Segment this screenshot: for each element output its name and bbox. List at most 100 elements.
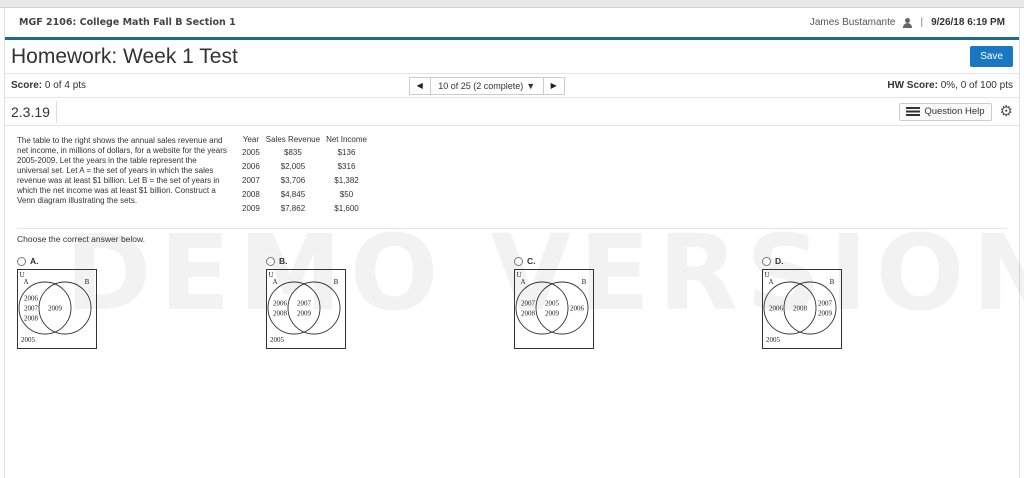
score: Score: 0 of 4 pts [11,80,86,91]
course-bar: MGF 2106: College Math Fall B Section 1 … [5,8,1019,40]
set-b-label: B [85,278,90,286]
user-name[interactable]: James Bustamante [810,17,896,28]
a-only-year: 2006 [769,305,784,313]
question-position: 10 of 25 (2 complete) [438,80,524,91]
table-header: Net Income [326,135,367,144]
table-header-row: Year Sales Revenue Net Income [239,135,370,148]
set-b-label: B [830,278,835,286]
b-only-year: 2007 [818,300,833,308]
table-cell: $4,845 [280,190,306,199]
set-b-circle [783,281,837,335]
intersection-year: 2005 [545,300,560,308]
question-navigator: ◀ 10 of 25 (2 complete) ▼ ▶ [408,76,565,95]
set-a-circle [267,281,321,335]
answer-choice-c[interactable]: C. U A B 2007 2008 2005 2009 2006 [514,256,594,349]
dropdown-arrow-icon: ▼ [526,80,536,91]
table-row: 2007 $3,706 $1,382 [239,176,370,190]
set-a-label: A [272,278,277,286]
course-title: MGF 2106: College Math Fall B Section 1 [19,17,236,28]
a-only-year: 2007 [24,305,39,313]
homework-page: MGF 2106: College Math Fall B Section 1 … [4,8,1024,478]
answer-choice-b[interactable]: B. U A B 2006 2008 2007 2009 2005 [266,256,346,349]
hw-score-label: HW Score: [887,80,938,91]
set-a-circle [515,281,569,335]
table-cell: $2,005 [280,162,306,171]
score-value: 0 of 4 pts [44,80,87,91]
intersection-year: 2009 [48,305,63,313]
divider-bar: | [920,17,924,28]
table-cell: 2007 [242,176,260,185]
outside-year: 2005 [270,336,285,344]
table-cell: 2008 [242,190,260,199]
a-only-year: 2006 [273,300,288,308]
outside-year: 2005 [766,336,781,344]
venn-diagram: UA B20062007200820092005 [17,269,97,349]
table-cell: 2006 [242,162,260,171]
choice-letter: A. [30,256,39,266]
table-row: 2006 $2,005 $316 [239,162,370,176]
table-cell: $50 [339,190,354,199]
question-help-button[interactable]: Question Help [899,102,992,121]
set-b-circle [38,281,92,335]
gear-icon[interactable]: ⚙ [1000,104,1013,119]
table-cell: $136 [337,148,356,157]
question-content: DEMO VERSION The table to the right show… [5,126,1024,466]
b-only-year: 2009 [818,310,833,318]
previous-question-button[interactable]: ◀ [408,76,431,95]
radio-button[interactable] [514,256,523,266]
choice-letter: C. [527,256,536,266]
b-only-year: 2006 [570,305,585,313]
next-question-button[interactable]: ▶ [542,76,565,95]
intersection-year: 2009 [545,310,560,318]
table-cell: $835 [284,148,302,157]
a-only-year: 2006 [24,295,39,303]
datetime: 9/26/18 6:19 PM [931,17,1005,28]
choice-letter: D. [775,256,784,266]
set-b-label: B [334,278,339,286]
radio-button[interactable] [762,256,771,266]
list-icon [906,107,921,116]
venn-diagram: UAB20062008200720092005 [266,269,346,349]
hw-score-value: 0%, 0 of 100 pts [940,80,1013,91]
choice-letter: B. [279,256,288,266]
question-help-label: Question Help [924,106,985,117]
set-a-label: A [23,278,28,286]
table-row: 2008 $4,845 $50 [239,190,370,204]
question-tools: Question Help ⚙ [899,102,1013,121]
question-bar: 2.3.19 Question Help ⚙ [5,98,1019,126]
page-title: Homework: Week 1 Test [11,44,238,68]
set-b-circle [287,281,341,335]
problem-text: The table to the right shows the annual … [17,136,227,205]
table-cell: $316 [337,162,356,171]
question-number: 2.3.19 [5,100,57,123]
question-selector[interactable]: 10 of 25 (2 complete) ▼ [430,76,543,95]
answer-choice-d[interactable]: D. U A B 2006 2008 2007 2009 2005 [762,256,842,349]
problem-statement: The table to the right shows the annual … [17,135,1007,218]
table-cell: $1,382 [334,176,359,185]
intersection-year: 2008 [793,305,808,313]
table-header: Year [242,135,259,144]
user-icon[interactable] [903,17,913,28]
a-only-year: 2008 [521,310,536,318]
set-a-label: A [768,278,773,286]
hw-score: HW Score: 0%, 0 of 100 pts [887,80,1013,91]
venn-diagram: UAB20062008200720092005 [762,269,842,349]
radio-button[interactable] [266,256,275,266]
revenue-table: Year Sales Revenue Net Income 2005 $835 $1… [239,135,370,218]
set-b-label: B [582,278,587,286]
answer-choice-a[interactable]: A. U A B 2006 2007 2008 2009 2005 [17,256,97,349]
a-only-year: 2008 [24,315,39,323]
table-header: Sales Revenue [265,135,321,144]
score-bar: Score: 0 of 4 pts ◀ 10 of 25 (2 complete… [5,74,1019,98]
browser-address-strip [0,0,1024,8]
venn-diagram: UA B20072008200520092006 [514,269,594,349]
a-only-year: 2007 [521,300,536,308]
table-cell: 2005 [242,148,260,157]
radio-button[interactable] [17,256,26,266]
save-button[interactable]: Save [970,46,1013,67]
homework-header: Homework: Week 1 Test Save [5,40,1019,74]
intersection-year: 2009 [297,310,312,318]
set-a-label: A [520,278,525,286]
answer-choices: A. U A B 2006 2007 2008 2009 2005 B. U A B 2006 200… [17,256,1007,366]
a-only-year: 2008 [273,310,288,318]
